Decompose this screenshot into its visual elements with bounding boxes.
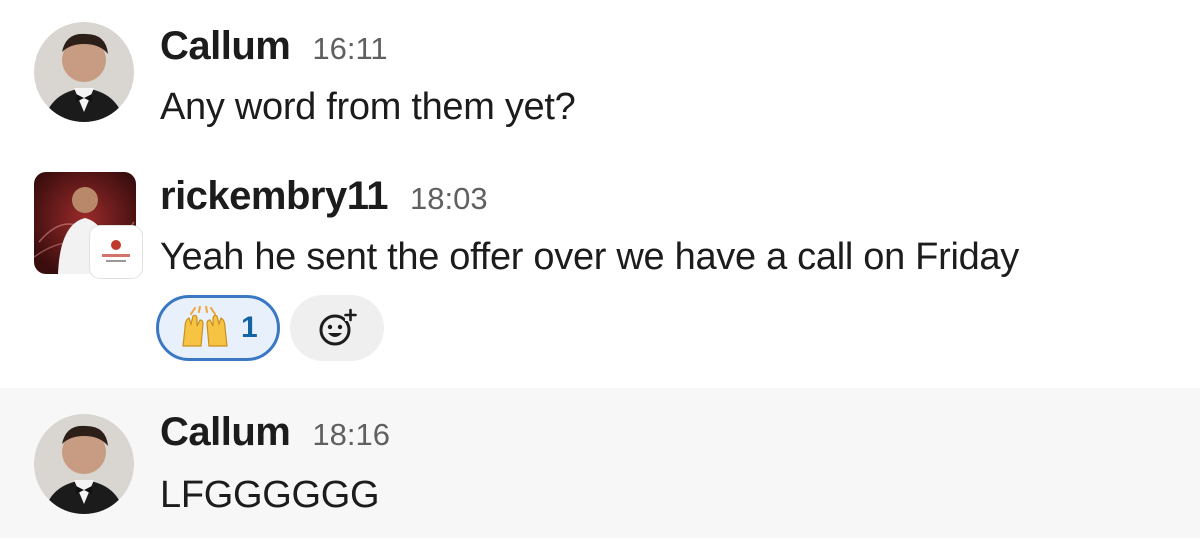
- avatar-callum[interactable]: [34, 414, 134, 514]
- raised-hands-emoji: [182, 306, 228, 347]
- reaction-bar: 1: [156, 295, 384, 361]
- message-text: LFGGGGGG: [160, 474, 380, 516]
- workspace-badge-icon: [90, 226, 142, 278]
- message-row-hovered[interactable]: Callum 18:16 LFGGGGGG: [0, 388, 1200, 538]
- add-reaction-icon: [319, 308, 357, 346]
- reaction-raised-hands[interactable]: 1: [156, 295, 280, 361]
- author-name[interactable]: Callum: [160, 410, 291, 455]
- timestamp[interactable]: 18:16: [312, 417, 390, 453]
- message-header: rickembry11 18:03: [160, 174, 488, 219]
- author-name[interactable]: Callum: [160, 24, 291, 69]
- timestamp[interactable]: 18:03: [410, 181, 488, 217]
- message-text: Any word from them yet?: [160, 86, 576, 128]
- message-row[interactable]: rickembry11 18:03 Yeah he sent the offer…: [0, 160, 1200, 388]
- message-header: Callum 18:16: [160, 410, 390, 455]
- message-feed: Callum 16:11 Any word from them yet? ric…: [0, 0, 1200, 550]
- timestamp[interactable]: 16:11: [312, 31, 387, 67]
- message-header: Callum 16:11: [160, 24, 388, 69]
- message-row[interactable]: Callum 16:11 Any word from them yet?: [0, 0, 1200, 160]
- avatar-callum[interactable]: [34, 22, 134, 122]
- author-name[interactable]: rickembry11: [160, 174, 389, 219]
- add-reaction-button[interactable]: [290, 295, 384, 361]
- message-text: Yeah he sent the offer over we have a ca…: [160, 236, 1019, 278]
- reaction-count: 1: [241, 311, 258, 344]
